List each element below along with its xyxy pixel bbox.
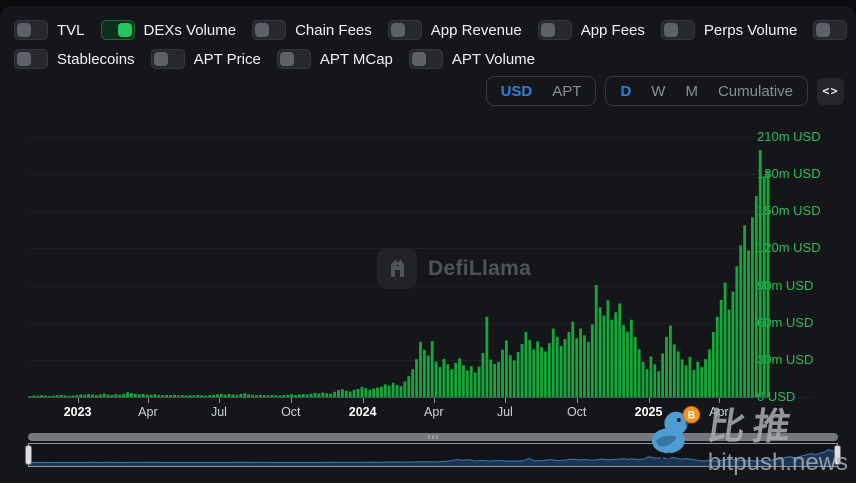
x-axis-tick-label: Oct (567, 405, 586, 419)
brush-mini-chart (29, 444, 837, 466)
x-axis-tick (434, 398, 435, 403)
x-axis-tick (291, 398, 292, 403)
x-axis-tick-label: Oct (281, 405, 300, 419)
brush-handle-left[interactable] (25, 445, 32, 465)
x-axis-tick-label: Apr (424, 405, 443, 419)
x-axis-tick (505, 398, 506, 403)
x-axis-tick-label: 2024 (349, 405, 377, 419)
scrollbar-grip-icon[interactable] (429, 435, 438, 439)
x-axis-tick (577, 398, 578, 403)
x-axis-tick-label: Apr (709, 405, 728, 419)
volume-bars (28, 137, 770, 397)
x-axis-tick (719, 398, 720, 403)
chart-scrollbar[interactable] (28, 433, 838, 441)
time-range-brush[interactable] (28, 443, 838, 467)
x-axis-tick (649, 398, 650, 403)
brush-handle-right[interactable] (834, 445, 841, 465)
chart-panel: TVLDEXs VolumeChain FeesApp RevenueApp F… (0, 6, 856, 483)
volume-bar-chart: 0 USD30m USD60m USD90m USD120m USD150m U… (0, 6, 856, 483)
x-axis-tick-label: 2025 (635, 405, 663, 419)
x-axis-tick-label: Jul (497, 405, 513, 419)
defillama-chart-widget: TVLDEXs VolumeChain FeesApp RevenueApp F… (0, 0, 856, 483)
x-axis-tick (363, 398, 364, 403)
x-axis-line (28, 397, 770, 398)
x-axis-tick-label: Apr (138, 405, 157, 419)
x-axis-tick (219, 398, 220, 403)
x-axis-tick (148, 398, 149, 403)
x-axis-tick-label: Jul (211, 405, 227, 419)
x-axis-tick (78, 398, 79, 403)
x-axis-tick-label: 2023 (64, 405, 92, 419)
